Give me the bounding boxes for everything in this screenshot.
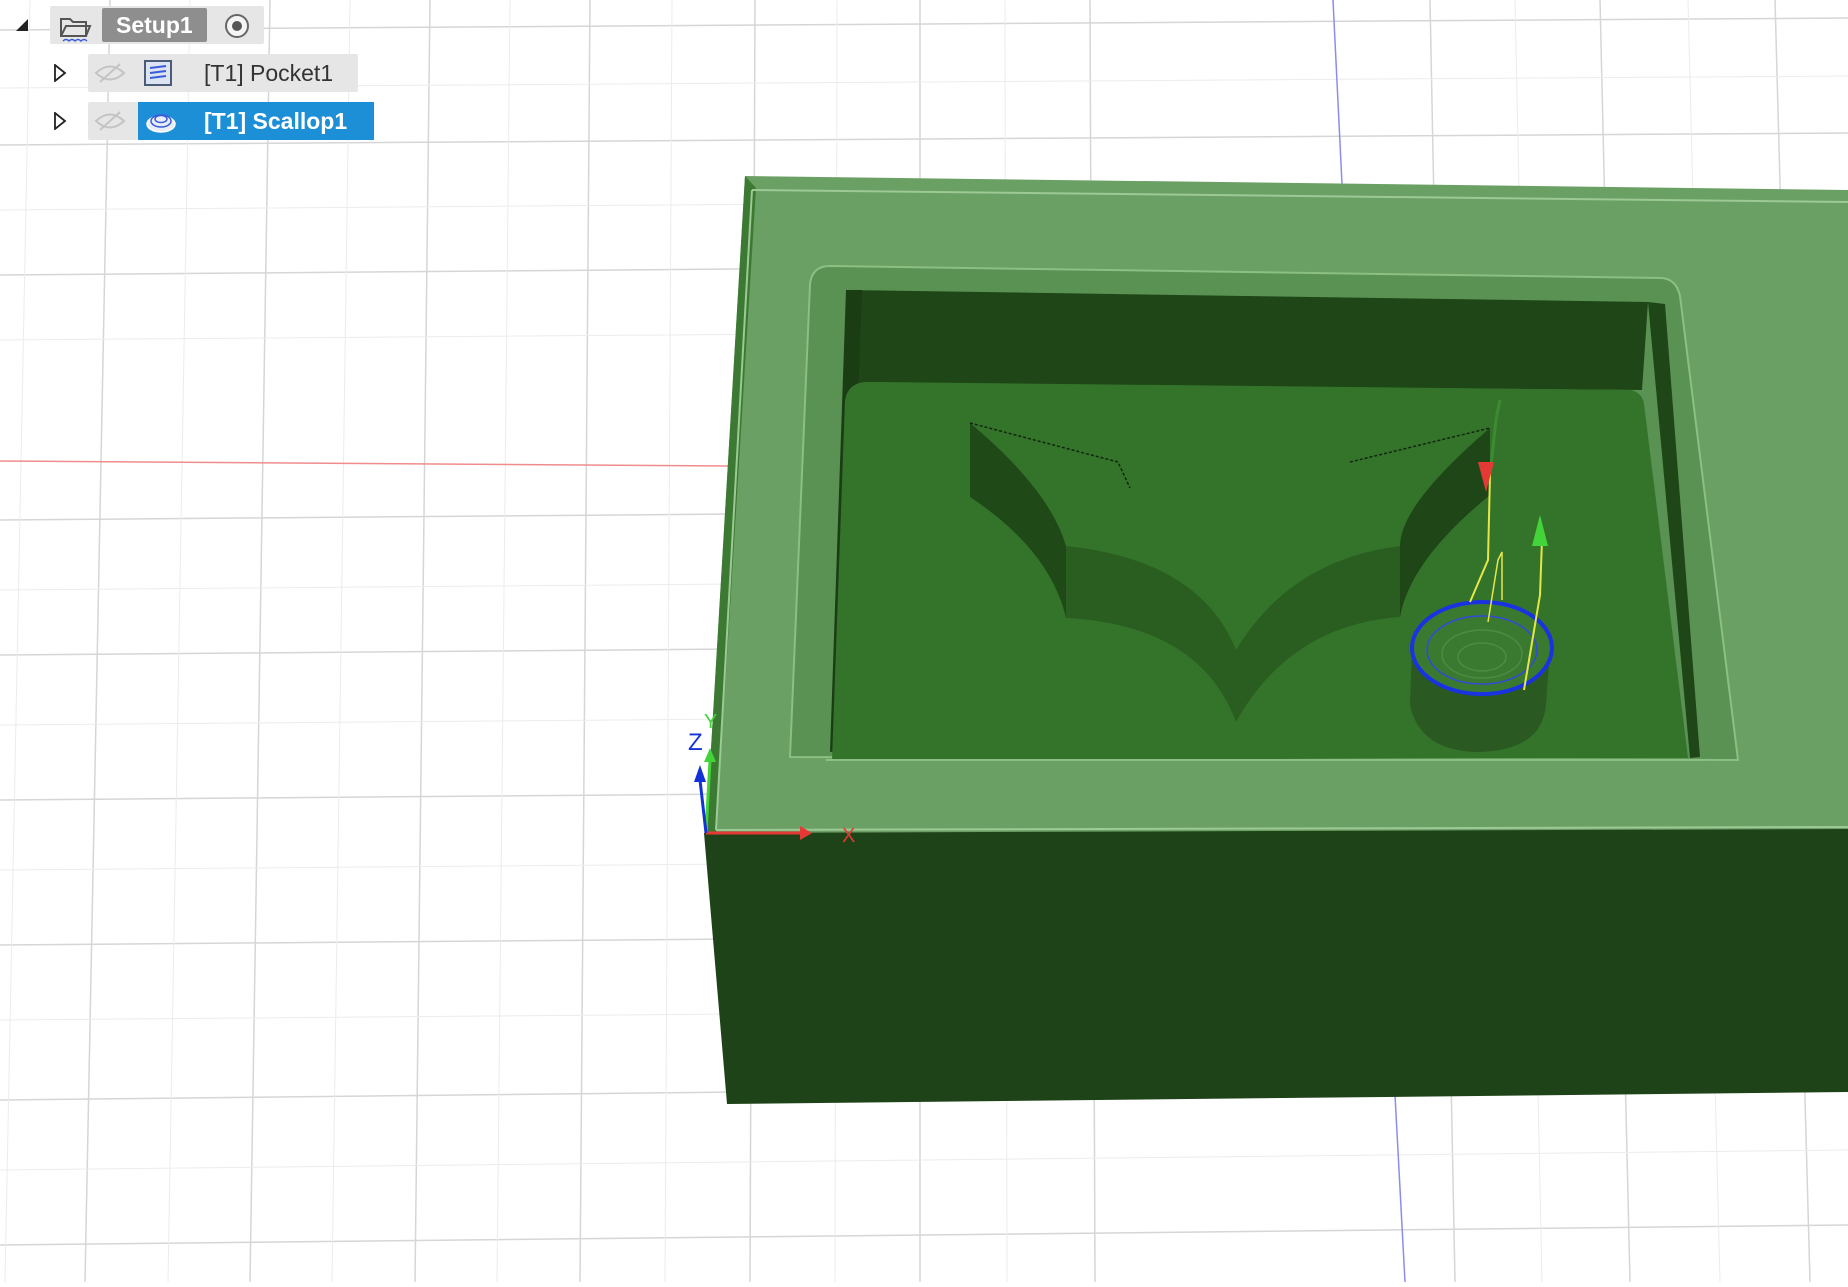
tree-row-pocket1[interactable]: [T1] Pocket1 [0,54,360,92]
triad-z-arrow [694,765,706,782]
triad-x-label: X [842,825,855,847]
operation-label[interactable]: [T1] Pocket1 [204,60,333,87]
world-x-axis-line [0,460,731,467]
world-y-axis-line [1332,0,1343,185]
world-y-axis-line-lower [1394,1094,1406,1283]
pocket-toolpath-icon [142,58,174,93]
folder-open-icon [58,12,92,47]
eye-hidden-icon[interactable] [94,62,126,89]
collapse-triangle-icon[interactable] [12,15,32,35]
scallop-toolpath-icon [144,106,178,141]
triad-z-label: Z [688,729,703,756]
tree-row-scallop1[interactable]: [T1] Scallop1 [0,102,380,140]
operation-label[interactable]: [T1] Scallop1 [204,108,347,135]
tree-row-setup1[interactable]: Setup1 [0,6,270,44]
eye-hidden-icon[interactable] [94,110,126,137]
operation-browser: Setup1 [T1] Pocket1 [T1] Scallop1 [0,0,400,150]
setup-label[interactable]: Setup1 [102,8,207,42]
stock-front-face [704,827,1848,1104]
radio-target-icon[interactable] [224,13,250,44]
triad-z-axis [698,779,708,834]
expand-triangle-icon[interactable] [50,111,70,131]
pocket-back-wall [846,290,1648,390]
triad-y-label: Y [704,711,717,733]
3d-viewport[interactable]: X Y Z [0,0,1848,1283]
expand-triangle-icon[interactable] [50,63,70,83]
viewport-canvas[interactable]: X Y Z [0,0,1848,1283]
